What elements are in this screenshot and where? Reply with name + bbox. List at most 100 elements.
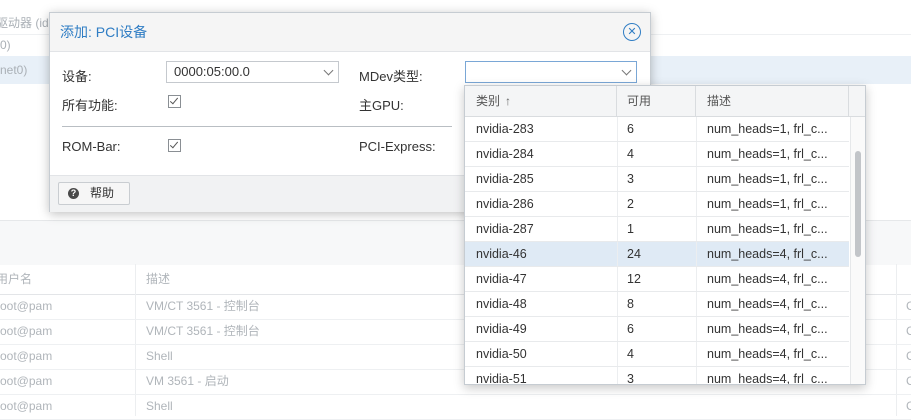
scrollbar-thumb[interactable] <box>855 151 861 257</box>
rombar-label: ROM-Bar: <box>62 139 121 154</box>
column-divider <box>617 167 618 191</box>
mdev-option-row[interactable]: nvidia-285 3 num_heads=1, frl_c... <box>465 167 849 192</box>
column-divider <box>696 192 697 216</box>
mdev-type-select[interactable] <box>465 61 637 83</box>
device-select[interactable]: 0000:05:00.0 <box>166 61 339 83</box>
background-row-text: 0) <box>0 38 11 52</box>
mdev-option-name: nvidia-287 <box>476 222 534 236</box>
dropdown-scrollbar[interactable] <box>850 117 865 384</box>
rombar-checkbox[interactable] <box>168 139 181 152</box>
column-divider <box>617 242 618 266</box>
mdev-option-desc: num_heads=1, frl_c... <box>707 147 828 161</box>
mdev-option-name: nvidia-48 <box>476 297 527 311</box>
mdev-option-available: 4 <box>627 147 634 161</box>
table-cell-desc: VM 3561 - 启动 <box>146 374 229 388</box>
device-label: 设备: <box>62 69 92 84</box>
mdev-option-row[interactable]: nvidia-49 6 num_heads=4, frl_c... <box>465 317 849 342</box>
arrow-up-icon[interactable]: ↑ <box>505 94 511 108</box>
mdev-type-dropdown: 类别 ↑ 可用 描述 nvidia-283 6 num_heads=1, frl_c… <box>464 85 866 385</box>
table-cell-tail: C <box>906 374 911 388</box>
help-button[interactable]: ? 帮助 <box>58 182 130 205</box>
mdev-option-available: 2 <box>627 197 634 211</box>
table-cell-tail: C <box>906 349 911 363</box>
column-divider[interactable] <box>616 86 617 116</box>
column-divider <box>696 242 697 266</box>
table-row[interactable]: root@pam Shell C <box>0 394 911 420</box>
column-divider[interactable] <box>695 86 696 116</box>
mdev-option-name: nvidia-49 <box>476 322 527 336</box>
device-select-value: 0000:05:00.0 <box>174 64 250 79</box>
mdev-option-available: 1 <box>627 222 634 236</box>
mdev-option-name: nvidia-50 <box>476 347 527 361</box>
table-cell-user: root@pam <box>0 299 53 313</box>
column-divider <box>696 142 697 166</box>
mdev-option-desc: num_heads=4, frl_c... <box>707 372 828 384</box>
table-cell-desc: VM/CT 3561 - 控制台 <box>146 299 260 313</box>
dialog-title-bar: 添加: PCI设备 ✕ <box>50 13 650 52</box>
table-cell-desc: Shell <box>146 399 173 413</box>
mdev-option-row[interactable]: nvidia-286 2 num_heads=1, frl_c... <box>465 192 849 217</box>
all-functions-checkbox[interactable] <box>168 95 181 108</box>
chevron-down-icon[interactable] <box>621 65 632 76</box>
column-header-description[interactable]: 描述 <box>707 86 731 116</box>
mdev-option-row[interactable]: nvidia-48 8 num_heads=4, frl_c... <box>465 292 849 317</box>
mdev-option-desc: num_heads=4, frl_c... <box>707 322 828 336</box>
mdev-option-desc: num_heads=1, frl_c... <box>707 197 828 211</box>
mdev-option-available: 3 <box>627 172 634 186</box>
mdev-option-desc: num_heads=4, frl_c... <box>707 347 828 361</box>
mdev-option-available: 8 <box>627 297 634 311</box>
column-divider <box>696 117 697 141</box>
column-divider <box>617 192 618 216</box>
mdev-option-desc: num_heads=1, frl_c... <box>707 122 828 136</box>
mdev-option-row[interactable]: nvidia-51 3 num_heads=4, frl_c... <box>465 367 849 384</box>
mdev-option-available: 6 <box>627 322 634 336</box>
table-cell-tail: C <box>906 399 911 413</box>
dropdown-list: nvidia-283 6 num_heads=1, frl_c... nvidia-2… <box>465 117 849 384</box>
column-divider <box>696 217 697 241</box>
column-divider <box>617 117 618 141</box>
mdev-option-name: nvidia-284 <box>476 147 534 161</box>
mdev-option-row[interactable]: nvidia-47 12 num_heads=4, frl_c... <box>465 267 849 292</box>
chevron-down-icon[interactable] <box>323 65 334 76</box>
dropdown-header: 类别 ↑ 可用 描述 <box>465 86 865 117</box>
mdev-option-row[interactable]: nvidia-287 1 num_heads=1, frl_c... <box>465 217 849 242</box>
close-icon[interactable]: ✕ <box>623 23 641 41</box>
column-divider <box>617 292 618 316</box>
mdev-option-row[interactable]: nvidia-283 6 num_heads=1, frl_c... <box>465 117 849 142</box>
mdev-option-row[interactable]: nvidia-284 4 num_heads=1, frl_c... <box>465 142 849 167</box>
column-header-description[interactable]: 描述 <box>146 264 170 294</box>
table-cell-desc: VM/CT 3561 - 控制台 <box>146 324 260 338</box>
table-cell-desc: Shell <box>146 349 173 363</box>
column-divider <box>696 292 697 316</box>
column-divider <box>696 167 697 191</box>
column-header-available[interactable]: 可用 <box>627 86 651 116</box>
mdev-option-available: 4 <box>627 347 634 361</box>
mdev-option-row[interactable]: nvidia-46 24 num_heads=4, frl_c... <box>465 242 849 267</box>
table-cell-user: root@pam <box>0 349 53 363</box>
mdev-option-available: 12 <box>627 272 641 286</box>
mdev-option-name: nvidia-46 <box>476 247 527 261</box>
column-divider <box>617 142 618 166</box>
column-divider <box>696 317 697 341</box>
mdev-option-name: nvidia-47 <box>476 272 527 286</box>
help-button-label: 帮助 <box>90 186 115 200</box>
column-divider <box>617 342 618 366</box>
background-row-text: net0) <box>0 63 28 77</box>
column-divider <box>617 317 618 341</box>
primary-gpu-label: 主GPU: <box>359 98 404 113</box>
mdev-option-row[interactable]: nvidia-50 4 num_heads=4, frl_c... <box>465 342 849 367</box>
table-cell-user: root@pam <box>0 399 53 413</box>
dialog-title: 添加: PCI设备 <box>60 24 148 40</box>
column-divider <box>617 367 618 384</box>
column-header-type[interactable]: 类别 <box>476 86 500 116</box>
mdev-option-name: nvidia-285 <box>476 172 534 186</box>
column-header-user[interactable]: 用户名 <box>0 264 32 294</box>
table-cell-user: root@pam <box>0 374 53 388</box>
table-cell-tail: C <box>906 299 911 313</box>
mdev-option-desc: num_heads=1, frl_c... <box>707 222 828 236</box>
mdev-option-name: nvidia-51 <box>476 372 527 384</box>
section-divider <box>62 126 452 127</box>
mdev-option-desc: num_heads=4, frl_c... <box>707 272 828 286</box>
mdev-option-name: nvidia-283 <box>476 122 534 136</box>
column-divider <box>696 367 697 384</box>
